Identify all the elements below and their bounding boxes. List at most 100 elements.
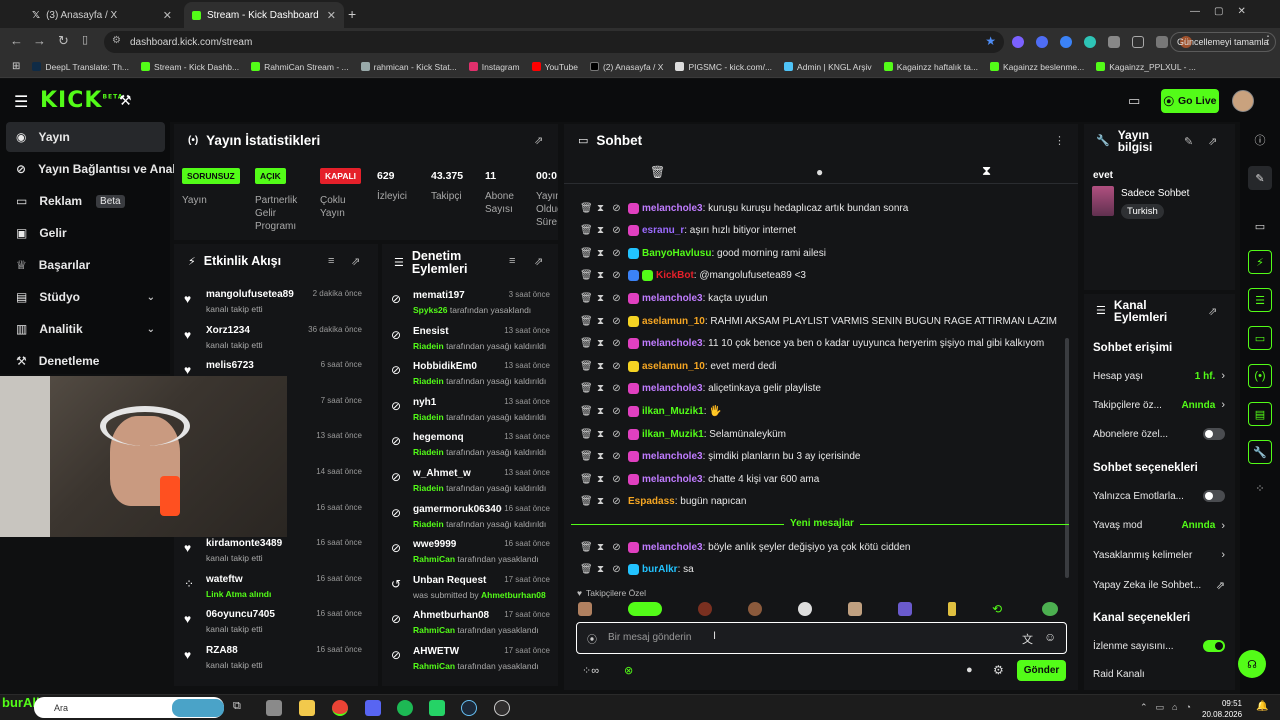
chat-input[interactable]: ⦿ Bir mesaj gönderin I 文 ☺ xyxy=(576,622,1067,654)
chat-message[interactable]: 🗑 ⧗ ⊘ melanchole3: kaçta uyudun xyxy=(580,289,768,307)
file-explorer-icon[interactable] xyxy=(299,700,315,716)
timeout-icon[interactable]: ⧗ xyxy=(596,383,605,394)
delete-icon[interactable]: 🗑 xyxy=(580,383,593,394)
emoji-icon[interactable]: ☺ xyxy=(1044,630,1056,644)
emote-icon[interactable] xyxy=(948,602,956,616)
chat-user[interactable]: aselamun_10 xyxy=(628,360,705,372)
timeout-icon[interactable]: ⧗ xyxy=(596,429,605,440)
setting-control[interactable] xyxy=(1203,640,1225,652)
setting-control[interactable] xyxy=(1203,428,1225,440)
broadcast-icon[interactable]: (•) xyxy=(1248,364,1272,388)
filter-icon[interactable]: ≡ xyxy=(328,255,334,267)
moderation-row[interactable]: ⊘ wwe9999 16 saat önce RahmiCan tarafından … xyxy=(382,535,558,570)
list-icon[interactable]: ☰ xyxy=(1248,288,1272,312)
close-tab-icon[interactable]: ✕ xyxy=(327,9,336,22)
obs-icon[interactable] xyxy=(494,700,510,716)
bookmark-item[interactable]: YouTube xyxy=(526,62,584,72)
kick-k-icon[interactable]: ⊗ xyxy=(624,664,633,677)
lightning-icon[interactable]: ⚡ xyxy=(1248,250,1272,274)
hammer-icon[interactable]: ⚒ xyxy=(119,92,132,109)
ban-icon[interactable]: ⊘ xyxy=(612,496,621,507)
chat-message[interactable]: 🗑 ⧗ ⊘ ilkan_Muzik1: 🖐 xyxy=(580,402,722,420)
channel-setting-row[interactable]: Hesap yaşı 1 hf. › xyxy=(1093,370,1225,382)
moderation-row[interactable]: ⊘ Enesist 13 saat önce Riadein tarafından y… xyxy=(382,322,558,357)
chat-user[interactable]: esranu_r xyxy=(628,225,684,237)
event-row[interactable]: ♥ kirdamonte3489 kanalı takip etti 16 saat … xyxy=(174,535,370,571)
bookmark-item[interactable]: DeepL Translate: Th... xyxy=(26,62,135,72)
timeout-tab-icon[interactable]: ⧗ xyxy=(982,163,991,179)
repeat-emote-icon[interactable]: ⟲ xyxy=(992,602,1006,616)
event-row[interactable]: ⁘ wateftw Link Atma alındı 16 saat önce xyxy=(174,571,370,607)
moderation-row[interactable]: ⊘ HobbidikEm0 13 saat önce Riadein tarafınd… xyxy=(382,357,558,392)
spotify-icon[interactable] xyxy=(397,700,413,716)
chat-user[interactable]: melanchole3 xyxy=(628,451,703,463)
moderation-row[interactable]: ⊘ memati197 3 saat önce Spyks26 tarafından … xyxy=(382,286,558,321)
delete-icon[interactable]: 🗑 xyxy=(580,225,593,236)
chat-message[interactable]: 🗑 ⧗ ⊘ melanchole3: aliçetinkaya gelir playl… xyxy=(580,380,821,398)
chat-user[interactable]: burAlkr xyxy=(628,564,678,576)
delete-icon[interactable]: 🗑 xyxy=(580,361,593,372)
close-tab-icon[interactable]: ✕ xyxy=(163,9,172,22)
timeout-icon[interactable]: ⧗ xyxy=(596,203,605,214)
delete-icon[interactable]: 🗑 xyxy=(580,406,593,417)
edit-icon[interactable]: ✎ xyxy=(1248,166,1272,190)
clock[interactable]: 09:51 20.08.2026 xyxy=(1202,698,1242,720)
update-button[interactable]: Güncellemeyi tamamla xyxy=(1170,32,1276,52)
popout-icon[interactable]: ⇗ xyxy=(534,134,543,147)
chat-bubble-icon[interactable]: ● xyxy=(966,664,973,676)
moderation-row[interactable]: ⊘ Ahmetburhan08 17 saat önce RahmiCan taraf… xyxy=(382,606,558,641)
support-chat-icon[interactable]: ☊ xyxy=(1238,650,1266,678)
site-info-icon[interactable]: ⚙ xyxy=(112,35,121,46)
timeout-icon[interactable]: ⧗ xyxy=(596,270,605,281)
event-row[interactable]: ♥ Xorz1234 kanalı takip etti 36 dakika önce xyxy=(174,322,370,358)
task-view-icon[interactable]: ⧉ xyxy=(233,700,249,716)
delete-icon[interactable]: 🗑 xyxy=(580,203,593,214)
moderation-row[interactable]: ⊘ hegemonq 13 saat önce Riadein tarafından … xyxy=(382,428,558,463)
setting-control[interactable] xyxy=(1203,490,1225,502)
sidebar-item-stream-key[interactable]: ⊘ Yayın Bağlantısı ve Anahtarı xyxy=(6,154,176,184)
delete-icon[interactable]: 🗑 xyxy=(580,248,593,259)
emote-icon[interactable] xyxy=(1042,602,1058,616)
extension-icon[interactable] xyxy=(1084,36,1096,48)
moderation-row[interactable]: ⊘ w_Ahmet_w 13 saat önce Riadein tarafından… xyxy=(382,464,558,499)
ban-icon[interactable]: ⊘ xyxy=(612,451,621,462)
event-row[interactable]: ♥ 06oyuncu7405 kanalı takip etti 16 saat ön… xyxy=(174,606,370,642)
emote-icon[interactable] xyxy=(628,602,662,616)
event-row[interactable]: ♥ RZA88 kanalı takip etti 16 saat önce xyxy=(174,642,370,678)
delete-icon[interactable]: 🗑 xyxy=(580,542,593,553)
timeout-icon[interactable]: ⧗ xyxy=(596,225,605,236)
chat-tab-icon[interactable]: ● xyxy=(816,165,823,179)
info-icon[interactable]: ⓘ xyxy=(1248,128,1272,152)
chat-user[interactable]: melanchole3 xyxy=(628,541,703,553)
whatsapp-icon[interactable] xyxy=(429,700,445,716)
emote-icon[interactable] xyxy=(578,602,592,616)
extension-icon[interactable] xyxy=(1060,36,1072,48)
popout-icon[interactable]: ⇗ xyxy=(351,255,360,268)
popout-icon[interactable]: ⇗ xyxy=(1208,305,1217,318)
window-controls[interactable]: —▢✕ xyxy=(1190,6,1260,17)
ban-icon[interactable]: ⊘ xyxy=(612,338,621,349)
app-icon[interactable] xyxy=(266,700,282,716)
setting-control[interactable]: Anında › xyxy=(1181,399,1225,411)
timeout-icon[interactable]: ⧗ xyxy=(596,248,605,259)
stats-icon[interactable]: ▤ xyxy=(1248,402,1272,426)
forward-icon[interactable]: → xyxy=(33,33,46,48)
emote-icon[interactable] xyxy=(798,602,812,616)
timeout-icon[interactable]: ⧗ xyxy=(596,361,605,372)
points-icon[interactable]: ⁘ xyxy=(1248,476,1272,500)
moderation-row[interactable]: ⊘ nyh1 13 saat önce Riadein tarafından yasa… xyxy=(382,393,558,428)
delete-icon[interactable]: 🗑 xyxy=(580,338,593,349)
chat-message[interactable]: 🗑 ⧗ ⊘ melanchole3: kuruşu kuruşu hedaplıcaz… xyxy=(580,199,908,217)
notification-bell-icon[interactable]: 🔔 xyxy=(1256,701,1268,712)
chat-message[interactable]: 🗑 ⧗ ⊘ melanchole3: şimdiki planların bu 3 a… xyxy=(580,448,860,466)
reply-icon[interactable]: ⦿ xyxy=(587,631,597,646)
event-row[interactable]: ♥ mangolufusetea89 kanalı takip etti 2 daki… xyxy=(174,286,370,322)
popout-icon[interactable]: ⇗ xyxy=(1208,135,1217,148)
delete-icon[interactable]: 🗑 xyxy=(580,316,593,327)
channel-setting-row[interactable]: Raid Kanalı xyxy=(1093,669,1225,680)
sidebar-item-reklam[interactable]: ▭ Reklam Beta xyxy=(6,186,165,216)
delete-icon[interactable]: 🗑 xyxy=(580,429,593,440)
bookmark-item[interactable]: RahmiCan Stream - ... xyxy=(245,62,355,72)
ban-icon[interactable]: ⊘ xyxy=(612,406,621,417)
ban-icon[interactable]: ⊘ xyxy=(612,542,621,553)
